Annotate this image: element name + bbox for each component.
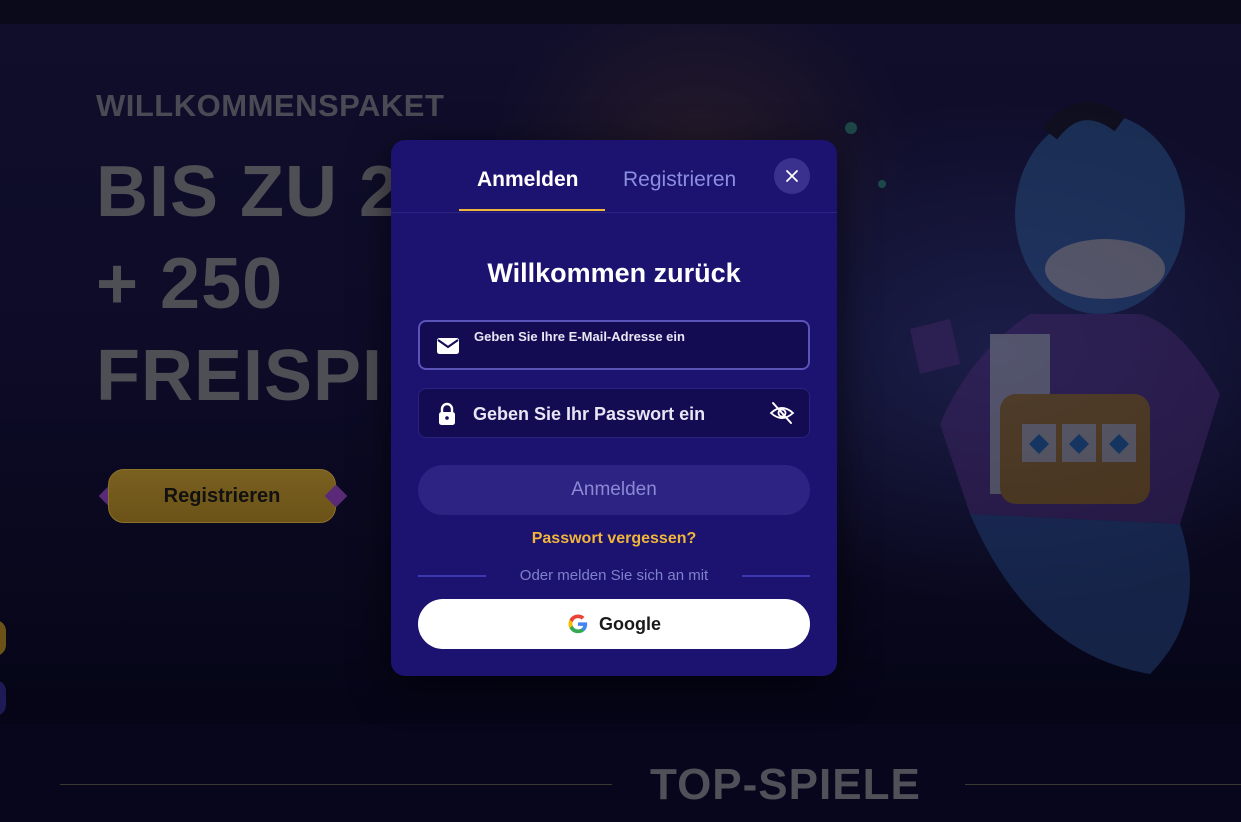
google-login-button[interactable]: Google xyxy=(418,599,810,649)
password-field xyxy=(418,388,810,438)
modal-title: Willkommen zurück xyxy=(487,258,741,288)
divider-line-right xyxy=(742,575,810,577)
social-login-divider: Oder melden Sie sich an mit xyxy=(418,567,810,587)
hero-register-button[interactable]: Registrieren xyxy=(108,469,336,523)
promo-eyebrow: WILLKOMMENSPAKET xyxy=(96,88,445,123)
password-input[interactable] xyxy=(473,401,753,427)
email-input[interactable] xyxy=(474,326,794,346)
lock-icon xyxy=(439,402,455,425)
google-logo-icon xyxy=(568,614,588,634)
login-submit-button[interactable]: Anmelden xyxy=(418,465,810,515)
section-divider-left xyxy=(60,784,612,785)
login-modal: Anmelden Registrieren Willkommen zurück xyxy=(391,140,837,676)
modal-tabs: Anmelden Registrieren xyxy=(391,140,837,213)
section-title: TOP-SPIELE xyxy=(650,760,921,809)
eye-slash-icon[interactable] xyxy=(769,400,795,426)
promo-headline-line-2: + 250 xyxy=(96,244,284,324)
tab-register[interactable]: Registrieren xyxy=(623,168,736,192)
promo-headline-line-3: FREISPI xyxy=(96,336,384,416)
active-tab-indicator xyxy=(459,209,605,211)
forgot-password-link[interactable]: Passwort vergessen? xyxy=(391,530,837,548)
envelope-icon xyxy=(437,338,459,354)
tab-login[interactable]: Anmelden xyxy=(477,168,579,192)
promo-headline-line-1: BIS ZU 2 xyxy=(96,152,401,232)
google-button-label: Google xyxy=(599,613,661,634)
close-icon xyxy=(786,170,798,182)
section-divider-right xyxy=(965,784,1241,785)
top-bar xyxy=(0,0,1241,24)
email-field xyxy=(418,320,810,370)
close-button[interactable] xyxy=(774,158,810,194)
